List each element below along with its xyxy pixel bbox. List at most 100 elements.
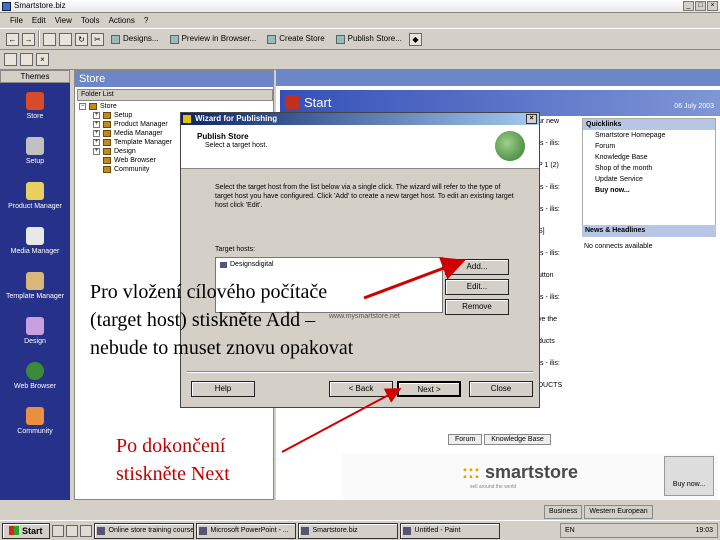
news-fragment: P 1 (2) [538, 162, 559, 169]
tree-node-label: Store [100, 103, 117, 110]
help-button[interactable]: Help [191, 381, 255, 397]
tree-node[interactable]: + Product Manager [79, 120, 172, 129]
quicklaunch-outlook-icon[interactable] [65, 524, 78, 537]
publish-store-button[interactable]: Publish Store... [332, 31, 406, 47]
menu-tools[interactable]: Tools [81, 14, 100, 27]
quicklink-buy-now[interactable]: Buy now... [583, 185, 715, 196]
sidebar-item-store[interactable]: Store [0, 83, 70, 128]
tree-node[interactable]: + Media Manager [79, 129, 172, 138]
sidebar-item-community[interactable]: Community [0, 398, 70, 443]
collapse-icon[interactable]: − [79, 103, 86, 110]
folder-icon [103, 157, 111, 164]
news-fragment: DUCTS [538, 382, 563, 389]
wizard-divider [187, 371, 533, 373]
annotation-add-hint: Pro vložení cílového počítače (target ho… [90, 281, 354, 359]
store-pane-title: Store [75, 71, 273, 87]
close-icon[interactable]: × [526, 114, 537, 124]
quicklink-knowledge-base[interactable]: Knowledge Base [583, 152, 715, 163]
edit-button[interactable]: Edit... [445, 279, 509, 295]
quicklink-shop-of-month[interactable]: Shop of the month [583, 163, 715, 174]
tree-node[interactable]: Web Browser [79, 156, 172, 165]
news-header: News & Headlines [582, 225, 716, 237]
expand-icon[interactable]: + [93, 148, 100, 155]
menu-help[interactable]: ? [144, 14, 148, 27]
designs-button[interactable]: Designs... [107, 31, 163, 47]
preview-button[interactable]: Preview in Browser... [166, 31, 261, 47]
sidebar-item-web-browser[interactable]: Web Browser [0, 353, 70, 398]
grid-icon[interactable] [4, 53, 17, 66]
add-button[interactable]: Add... [445, 259, 509, 275]
expand-icon[interactable]: + [93, 139, 100, 146]
tab-forum[interactable]: Forum [448, 434, 483, 445]
remove-button[interactable]: Remove [445, 299, 509, 315]
start-button[interactable]: Start [2, 522, 50, 539]
wizard-instructions: Select the target host from the list bel… [215, 184, 514, 209]
sidebar-item-setup[interactable]: Setup [0, 128, 70, 173]
tree-node[interactable]: + Design [79, 147, 172, 156]
media-manager-icon [26, 226, 44, 245]
close-icon[interactable]: × [707, 1, 718, 11]
create-store-button[interactable]: Create Store [263, 31, 328, 47]
folder-icon [103, 130, 111, 137]
sidebar-item-label: Store [26, 112, 44, 120]
tree-node[interactable]: + Template Manager [79, 138, 172, 147]
smartstore-banner: ::: smartstore sell around the world Buy… [342, 454, 718, 500]
cut-icon[interactable]: ✂ [91, 32, 104, 46]
tree-node-root[interactable]: − Store [79, 102, 172, 111]
globe-icon [495, 131, 525, 161]
themes-header: Themes [0, 70, 70, 83]
task-smartstore[interactable]: Smartstore.biz [297, 522, 398, 539]
app-window: Smartstore.biz _ □ × File Edit View Tool… [0, 0, 720, 540]
quicklink-update-service[interactable]: Update Service [583, 174, 715, 185]
tree-node[interactable]: Community [79, 165, 172, 174]
menu-file[interactable]: File [10, 14, 23, 27]
target-hosts-label: Target hosts: [215, 246, 256, 253]
community-icon [26, 406, 44, 425]
task-paint[interactable]: Untitled - Paint [399, 522, 500, 539]
delete-icon[interactable]: × [36, 53, 49, 66]
new-icon[interactable] [20, 53, 33, 66]
menu-actions[interactable]: Actions [109, 14, 135, 27]
sidebar-item-media-manager[interactable]: Media Manager [0, 218, 70, 263]
sidebar-item-label: Product Manager [8, 202, 62, 210]
forward-arrow-icon[interactable]: → [22, 32, 35, 46]
sidebar-item-design[interactable]: Design [0, 308, 70, 353]
expand-icon[interactable]: + [93, 130, 100, 137]
create-store-icon [267, 34, 277, 44]
buy-now-banner[interactable]: Buy now... [664, 456, 714, 496]
theme-icon[interactable]: ◆ [408, 32, 422, 46]
menu-edit[interactable]: Edit [32, 14, 46, 27]
tray-language[interactable]: EN [565, 527, 575, 534]
sidebar-item-template-manager[interactable]: Template Manager [0, 263, 70, 308]
back-arrow-icon[interactable]: ← [6, 32, 19, 46]
back-button[interactable]: < Back [329, 381, 393, 397]
wizard-header: Publish Store Select a target host. [181, 125, 539, 169]
expand-icon[interactable]: + [93, 121, 100, 128]
status-bar: Business Western European [544, 505, 720, 519]
wizard-header-subtitle: Select a target host. [205, 142, 268, 149]
publish-store-icon [335, 34, 345, 44]
refresh-icon[interactable]: ↻ [75, 32, 88, 46]
tab-knowledge-base[interactable]: Knowledge Base [484, 434, 551, 445]
menu-view[interactable]: View [55, 14, 72, 27]
sidebar-item-product-manager[interactable]: Product Manager [0, 173, 70, 218]
page-icon[interactable] [59, 32, 72, 46]
task-powerpoint[interactable]: Microsoft PowerPoint - ... [195, 522, 296, 539]
maximize-icon[interactable]: □ [695, 1, 706, 11]
quicklink-forum[interactable]: Forum [583, 141, 715, 152]
expand-icon[interactable]: + [93, 112, 100, 119]
close-button[interactable]: Close [469, 381, 533, 397]
minimize-icon[interactable]: _ [683, 1, 694, 11]
target-host-item[interactable]: Designsdigital [218, 260, 440, 270]
tree-node-label: Community [114, 166, 150, 173]
next-button[interactable]: Next > [397, 381, 461, 397]
folder-icon[interactable] [43, 32, 56, 46]
tree-node[interactable]: + Setup [79, 111, 172, 120]
annotation-next-hint: Po dokončení stiskněte Next [116, 435, 230, 485]
task-online-store[interactable]: Online store training course... [93, 522, 194, 539]
tree-node-label: Setup [114, 112, 133, 119]
quicklaunch-ie-icon[interactable] [51, 524, 64, 537]
tree-node-label: Template Manager [114, 139, 172, 146]
quicklink-homepage[interactable]: Smartstore Homepage [583, 130, 715, 141]
quicklaunch-desktop-icon[interactable] [79, 524, 92, 537]
